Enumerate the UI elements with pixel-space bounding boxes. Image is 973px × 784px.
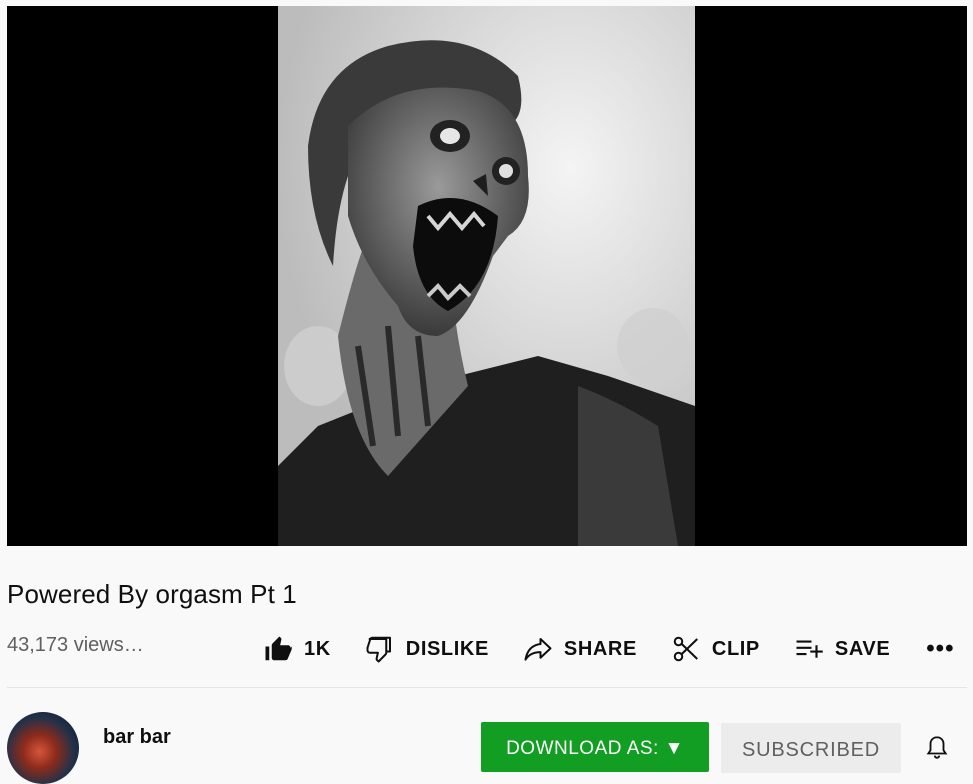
section-divider [7, 687, 967, 688]
clip-label: CLIP [711, 637, 760, 660]
video-frame-zombie-image [278, 6, 695, 546]
thumbs-down-icon [364, 633, 396, 665]
channel-name[interactable]: bar bar [103, 726, 171, 749]
save-label: SAVE [834, 637, 891, 660]
more-actions-button[interactable]: ••• [926, 637, 954, 661]
action-bar: 1K DISLIKE SHARE CLIP SAVE ••• [262, 630, 954, 668]
save-button[interactable]: SAVE [793, 630, 890, 668]
like-button[interactable]: 1K [262, 630, 331, 668]
download-as-button[interactable]: DOWNLOAD AS: ▼ [481, 722, 709, 772]
subscribed-button[interactable]: SUBSCRIBED [721, 723, 901, 773]
clip-button[interactable]: CLIP [670, 630, 760, 668]
share-label: SHARE [563, 637, 637, 660]
notification-bell-icon[interactable] [924, 734, 950, 760]
share-arrow-icon [522, 633, 554, 665]
dislike-label: DISLIKE [405, 637, 489, 660]
thumbs-up-icon [262, 633, 294, 665]
video-title: Powered By orgasm Pt 1 [7, 579, 297, 609]
dislike-button[interactable]: DISLIKE [364, 630, 489, 668]
video-player[interactable] [7, 6, 967, 546]
playlist-add-icon [793, 633, 825, 665]
like-count: 1K [304, 637, 331, 660]
share-button[interactable]: SHARE [522, 630, 637, 668]
channel-avatar[interactable] [7, 712, 79, 784]
scissors-icon [670, 633, 702, 665]
view-count[interactable]: 43,173 views… [7, 634, 144, 657]
